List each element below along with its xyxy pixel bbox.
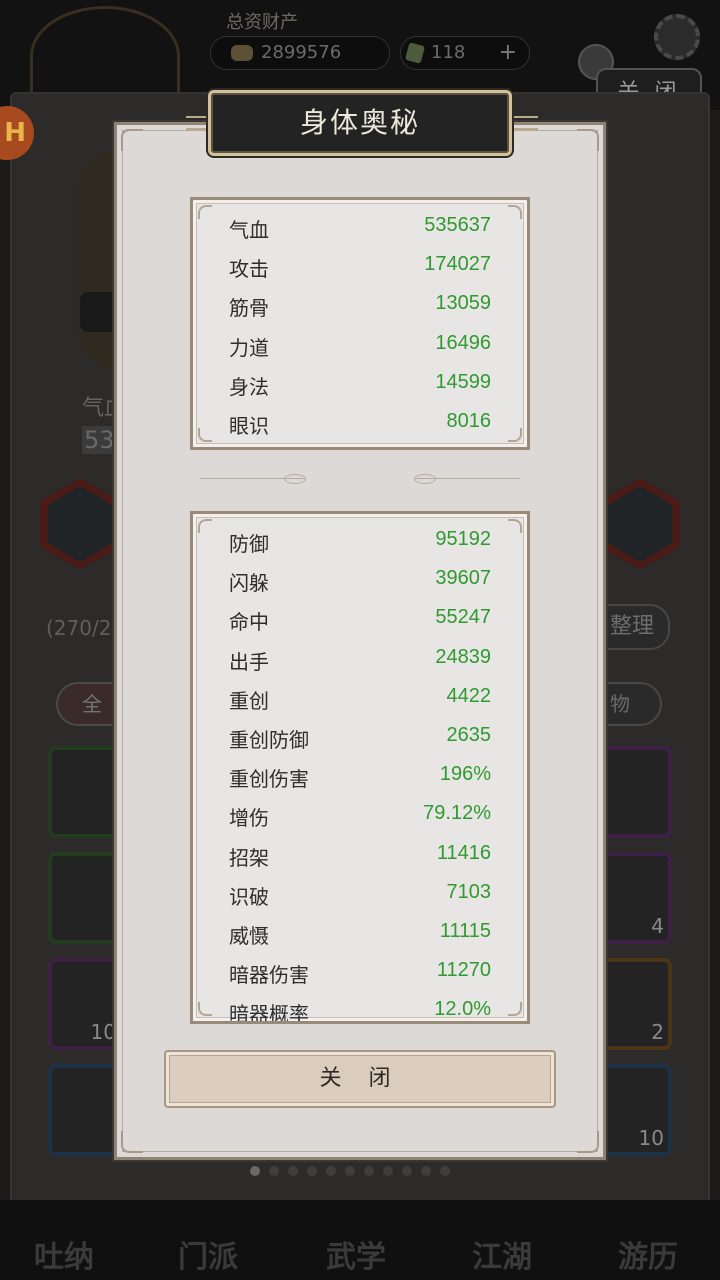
inventory-slot[interactable] [48,746,124,838]
stat-name: 防御 [229,532,269,556]
stat-value: 55247 [435,606,491,629]
stat-value: 13059 [435,292,491,315]
stat-name: 重创伤害 [229,767,309,792]
secondary-stats-list[interactable]: 防御 95192 闪躲 39607 命中 55247 出手 24839 重创 4422 重创防御 26… [193,522,527,1024]
arrange-button[interactable]: 整理 [596,604,670,650]
divider-ornament [284,474,306,484]
stat-name: 眼识 [229,413,269,438]
stat-value: 11115 [439,919,491,942]
section-divider [414,478,520,484]
stat-name: 重创 [229,688,269,713]
stat-row: 筋骨 13059 [193,286,527,325]
slot-quantity: 10 [90,1020,116,1044]
primary-stats-box: 气血 535637 攻击 174027 筋骨 13059 力道 16496 身法 14599 眼识 8… [190,197,530,450]
add-jade-button[interactable]: + [499,37,517,69]
inventory-slot[interactable]: 10 [48,958,124,1050]
stat-name: 命中 [229,610,269,635]
stat-value: 16496 [435,331,491,354]
title-ornament [510,116,538,130]
filter-all-tab[interactable]: 全 [56,682,116,726]
stat-name: 力道 [229,335,269,360]
jade-icon [404,42,426,64]
stat-name: 闪躲 [229,571,269,596]
stat-value: 4422 [446,684,492,707]
stat-name: 识破 [229,884,269,909]
jade-amount: 118 [431,42,466,63]
stat-name: 气血 [229,218,269,242]
stat-value: 535637 [424,214,491,236]
stat-row: 招架 11416 [193,836,527,875]
stat-value: 8016 [446,409,492,432]
stat-value: 12.0% [434,998,491,1021]
stat-row: 增伤 79.12% [193,796,527,835]
stat-value: 196% [439,763,491,786]
stat-row: 身法 14599 [193,365,527,404]
stat-name: 筋骨 [229,296,269,321]
stat-name: 暗器伤害 [229,963,309,988]
gold-counter: 2899576 [210,36,390,70]
stat-value: 24839 [435,645,491,668]
gold-amount: 2899576 [261,42,342,63]
stat-name: 重创防御 [229,727,309,752]
gear-icon[interactable] [654,14,700,60]
slot-quantity: 4 [651,914,664,938]
nav-sect[interactable]: 门派 [158,1232,258,1276]
stat-name: 暗器概率 [229,1002,309,1024]
stat-name: 招架 [229,845,269,870]
bag-count: (270/28 [46,616,125,640]
inventory-slot[interactable] [48,852,124,944]
stat-row: 气血 535637 [193,208,527,247]
stat-row: 威慑 11115 [193,914,527,953]
secondary-stats-box[interactable]: 防御 95192 闪躲 39607 命中 55247 出手 24839 重创 4422 重创防御 26… [190,511,530,1024]
inventory-slot[interactable]: 4 [596,852,672,944]
nav-martial-arts[interactable]: 武学 [306,1232,406,1276]
inventory-slot[interactable]: 2 [596,958,672,1050]
stat-row: 出手 24839 [193,640,527,679]
avatar-frame [30,6,180,106]
stat-row: 攻击 174027 [193,247,527,286]
stat-row: 命中 55247 [193,600,527,639]
stat-row: 暗器概率 12.0% [193,992,527,1024]
inventory-slot[interactable] [48,1064,124,1156]
nav-tuna[interactable]: 吐纳 [14,1232,114,1276]
stat-row: 暗器伤害 11270 [193,953,527,992]
stat-row: 识破 7103 [193,875,527,914]
stat-row: 防御 95192 [193,522,527,561]
stat-name: 出手 [229,649,269,674]
close-button[interactable]: 关 闭 [164,1050,556,1108]
primary-stats-list: 气血 535637 攻击 174027 筋骨 13059 力道 16496 身法 14599 眼识 8… [193,208,527,443]
stat-value: 11416 [436,841,491,864]
stat-value: 95192 [435,528,491,550]
stat-value: 79.12% [423,802,491,825]
nav-jianghu[interactable]: 江湖 [452,1232,552,1276]
gold-coin-icon [231,45,253,61]
stat-name: 增伤 [229,806,269,831]
stat-value: 7103 [446,880,492,903]
stat-row: 眼识 8016 [193,404,527,443]
stat-value: 14599 [435,370,491,393]
page-indicator [250,1166,450,1176]
slot-quantity: 2 [651,1020,664,1044]
stat-row: 重创伤害 196% [193,757,527,796]
inventory-slot[interactable] [596,746,672,838]
dialog-title: 身体奥秘 [208,90,512,156]
stat-row: 重创防御 2635 [193,718,527,757]
assets-label: 总资财产 [226,12,298,33]
stat-value: 39607 [435,567,491,590]
slot-quantity: 10 [638,1126,664,1150]
stat-value: 174027 [424,253,491,276]
stat-name: 威慑 [229,923,269,948]
jade-counter: 118 + [400,36,530,70]
stat-row: 重创 4422 [193,679,527,718]
stat-name: 攻击 [229,257,269,282]
stat-value: 11270 [436,959,491,982]
stat-name: 身法 [229,374,269,399]
stat-value: 2635 [446,723,492,746]
stat-row: 力道 16496 [193,326,527,365]
inventory-slot[interactable]: 10 [596,1064,672,1156]
stat-row: 闪躲 39607 [193,561,527,600]
nav-travel[interactable]: 游历 [598,1232,698,1276]
